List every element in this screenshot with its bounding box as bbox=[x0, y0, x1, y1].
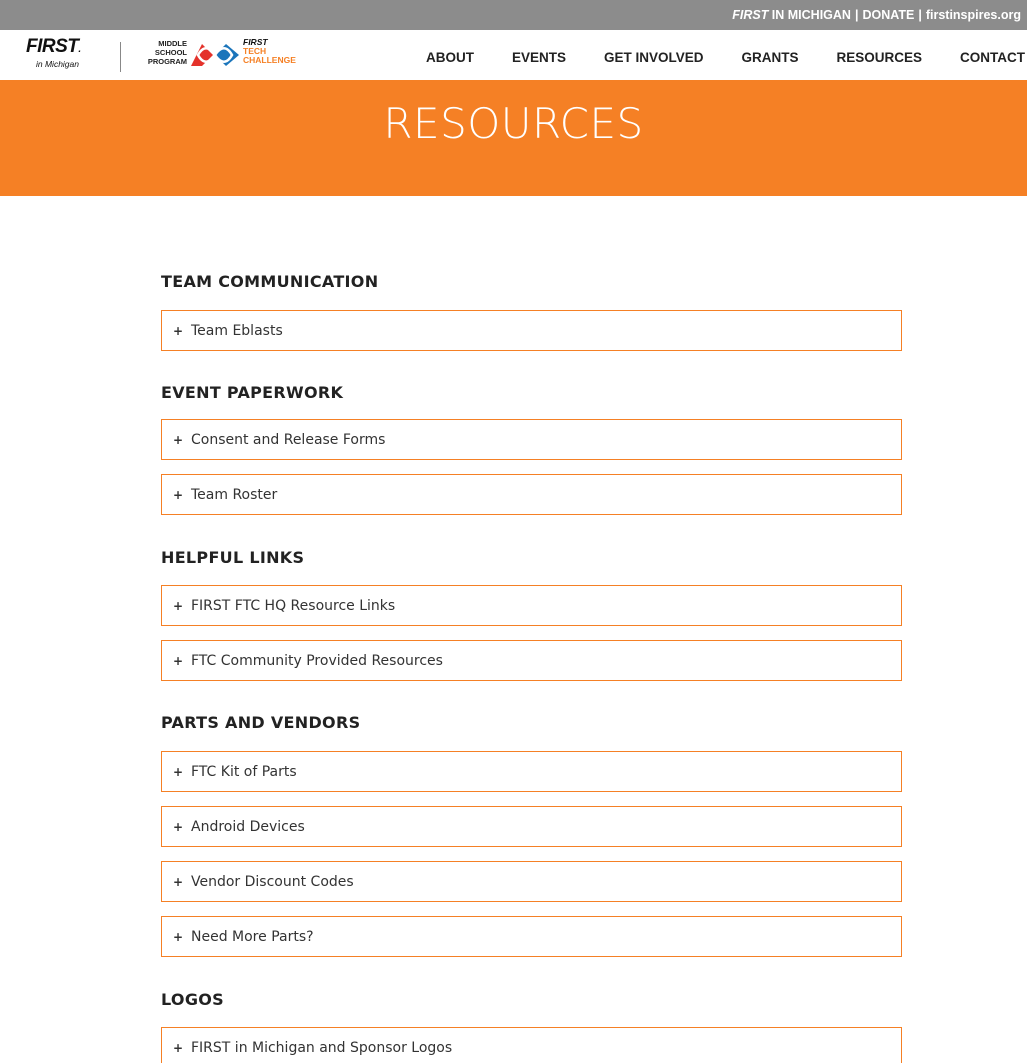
accordion-ftc-hq-links[interactable]: + FIRST FTC HQ Resource Links bbox=[161, 585, 902, 626]
site-header: FIRST. in Michigan MIDDLE SCHOOL PROGRAM… bbox=[0, 30, 1027, 80]
ftc-text: FIRST TECH CHALLENGE bbox=[243, 37, 296, 65]
accordion-need-more-parts[interactable]: + Need More Parts? bbox=[161, 916, 902, 957]
utility-bar: FIRST IN MICHIGAN | DONATE | firstinspir… bbox=[0, 0, 1027, 30]
nav-resources[interactable]: RESOURCES bbox=[836, 50, 922, 65]
logo-divider bbox=[120, 42, 121, 72]
ftc-infinity-logo-icon bbox=[191, 44, 239, 66]
accordion-android-devices[interactable]: + Android Devices bbox=[161, 806, 902, 847]
section-title-parts-vendors: PARTS AND VENDORS bbox=[161, 713, 361, 732]
accordion-label: FIRST in Michigan and Sponsor Logos bbox=[191, 1039, 453, 1056]
section-title-team-communication: TEAM COMMUNICATION bbox=[161, 272, 379, 291]
section-title-helpful-links: HELPFUL LINKS bbox=[161, 548, 305, 567]
accordion-label: Vendor Discount Codes bbox=[191, 873, 354, 890]
page-hero: RESOURCES bbox=[0, 80, 1027, 196]
accordion-label: FTC Kit of Parts bbox=[191, 763, 297, 780]
page-title: RESOURCES bbox=[383, 99, 644, 148]
msp-text: MIDDLE SCHOOL PROGRAM bbox=[147, 39, 187, 66]
nav-grants[interactable]: GRANTS bbox=[741, 50, 798, 65]
nav-events[interactable]: EVENTS bbox=[512, 50, 566, 65]
accordion-vendor-discounts[interactable]: + Vendor Discount Codes bbox=[161, 861, 902, 902]
in-michigan-text: IN MICHIGAN bbox=[768, 8, 851, 22]
expand-icon: + bbox=[173, 323, 184, 338]
accordion-kit-of-parts[interactable]: + FTC Kit of Parts bbox=[161, 751, 902, 792]
expand-icon: + bbox=[173, 819, 184, 834]
first-in-michigan-logo[interactable]: FIRST. in Michigan bbox=[26, 36, 102, 72]
nav-about[interactable]: ABOUT bbox=[426, 50, 474, 65]
section-title-event-paperwork: EVENT PAPERWORK bbox=[161, 383, 344, 402]
nav-contact[interactable]: CONTACT bbox=[960, 50, 1025, 65]
nav-get-involved[interactable]: GET INVOLVED bbox=[604, 50, 704, 65]
expand-icon: + bbox=[173, 764, 184, 779]
accordion-team-eblasts[interactable]: + Team Eblasts bbox=[161, 310, 902, 351]
expand-icon: + bbox=[173, 598, 184, 613]
accordion-label: Team Eblasts bbox=[191, 322, 283, 339]
expand-icon: + bbox=[173, 874, 184, 889]
first-in-michigan-link[interactable]: FIRST IN MICHIGAN bbox=[732, 8, 851, 22]
accordion-consent-forms[interactable]: + Consent and Release Forms bbox=[161, 419, 902, 460]
donate-link[interactable]: DONATE bbox=[862, 8, 914, 22]
accordion-team-roster[interactable]: + Team Roster bbox=[161, 474, 902, 515]
expand-icon: + bbox=[173, 929, 184, 944]
accordion-label: FIRST FTC HQ Resource Links bbox=[191, 597, 396, 614]
accordion-label: Consent and Release Forms bbox=[191, 431, 386, 448]
accordion-sponsor-logos[interactable]: + FIRST in Michigan and Sponsor Logos bbox=[161, 1027, 902, 1063]
accordion-label: Android Devices bbox=[191, 818, 305, 835]
utility-separator: | bbox=[918, 8, 922, 22]
expand-icon: + bbox=[173, 1040, 184, 1055]
expand-icon: + bbox=[173, 432, 184, 447]
expand-icon: + bbox=[173, 653, 184, 668]
utility-separator: | bbox=[854, 8, 859, 22]
logo-first-word: FIRST. bbox=[26, 36, 81, 57]
expand-icon: + bbox=[173, 487, 184, 502]
accordion-label: Need More Parts? bbox=[191, 928, 314, 945]
accordion-label: FTC Community Provided Resources bbox=[191, 652, 443, 669]
section-title-logos: LOGOS bbox=[161, 990, 224, 1009]
firstinspires-link[interactable]: firstinspires.org bbox=[926, 8, 1021, 22]
logo-sub-text: in Michigan bbox=[36, 59, 79, 69]
accordion-label: Team Roster bbox=[191, 486, 278, 503]
first-brand-text: FIRST bbox=[732, 8, 769, 22]
main-nav: ABOUT EVENTS GET INVOLVED GRANTS RESOURC… bbox=[388, 47, 1027, 67]
accordion-community-resources[interactable]: + FTC Community Provided Resources bbox=[161, 640, 902, 681]
middle-school-program-logo[interactable]: MIDDLE SCHOOL PROGRAM FIRST TECH CHALLEN… bbox=[132, 38, 312, 72]
